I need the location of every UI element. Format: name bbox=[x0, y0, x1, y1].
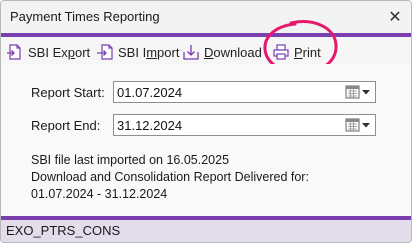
download-label: Download bbox=[204, 44, 262, 60]
import-icon bbox=[97, 44, 113, 60]
payment-times-reporting-window: Payment Times Reporting ✕ SBI Export SBI… bbox=[0, 0, 412, 243]
report-start-input[interactable] bbox=[114, 82, 342, 102]
download-button[interactable]: Download bbox=[182, 42, 262, 62]
calendar-dropdown-icon[interactable] bbox=[345, 118, 371, 133]
report-content: Report Start: Report End: SBI file last … bbox=[1, 64, 411, 216]
report-end-label: Report End: bbox=[31, 118, 101, 133]
last-import-text: SBI file last imported on 16.05.2025 bbox=[31, 153, 230, 167]
report-start-label: Report Start: bbox=[31, 85, 105, 100]
window-title: Payment Times Reporting bbox=[10, 9, 160, 24]
print-button[interactable]: Print bbox=[272, 42, 321, 62]
print-label: Print bbox=[294, 44, 321, 60]
sbi-export-button[interactable]: SBI Export bbox=[6, 42, 90, 62]
printer-icon bbox=[273, 44, 289, 60]
toolbar: SBI Export SBI Import Download Print bbox=[1, 33, 411, 64]
report-start-field bbox=[113, 81, 376, 103]
delivered-for-text: Download and Consolidation Report Delive… bbox=[31, 170, 309, 184]
sbi-import-button[interactable]: SBI Import bbox=[96, 42, 179, 62]
sbi-import-label: SBI Import bbox=[118, 44, 180, 60]
calendar-dropdown-icon[interactable] bbox=[345, 85, 371, 100]
export-icon bbox=[7, 44, 21, 60]
sbi-export-label: SBI Export bbox=[28, 44, 91, 60]
title-bar: Payment Times Reporting ✕ bbox=[1, 1, 411, 33]
delivered-period-text: 01.07.2024 - 31.12.2024 bbox=[31, 187, 168, 201]
status-text: EXO_PTRS_CONS bbox=[6, 223, 121, 238]
status-bar: EXO_PTRS_CONS bbox=[1, 216, 411, 242]
download-icon bbox=[183, 45, 199, 60]
close-button[interactable]: ✕ bbox=[381, 4, 409, 30]
close-icon: ✕ bbox=[388, 9, 402, 26]
report-end-field bbox=[113, 114, 376, 136]
report-end-input[interactable] bbox=[114, 115, 342, 135]
